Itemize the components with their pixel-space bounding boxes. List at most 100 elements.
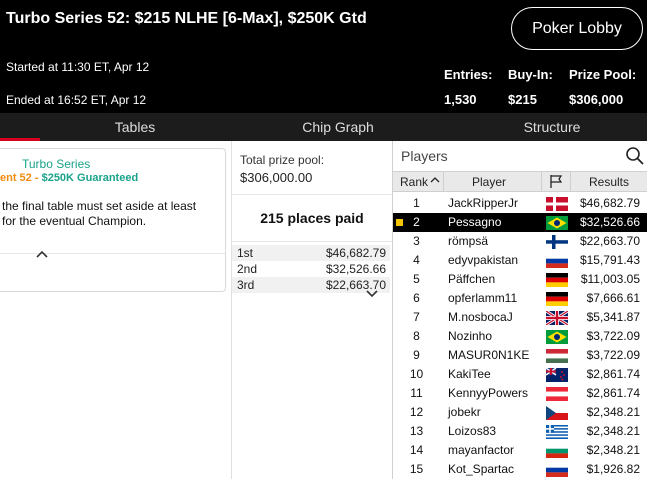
player-rank: 6 <box>413 291 420 305</box>
germany-flag <box>546 292 568 306</box>
expand-chevron-icon[interactable] <box>366 289 378 301</box>
rank-column-header[interactable]: Rank <box>400 175 428 189</box>
player-row[interactable]: 9 MASUR0N1KE $3,722.09 <box>393 346 647 365</box>
uk-flag <box>545 309 569 327</box>
tab-structure[interactable]: Structure <box>497 113 607 141</box>
description-line: the final table must set aside at least <box>2 199 197 213</box>
total-prize-value: $306,000.00 <box>240 170 313 185</box>
player-result: $11,003.05 <box>580 272 640 286</box>
description-line: for the eventual Champion. <box>2 214 147 228</box>
player-name: KennyyPowers <box>448 386 529 400</box>
sort-asc-icon[interactable] <box>430 174 440 188</box>
payout-place: 1st <box>237 246 254 260</box>
russia-flag <box>546 254 568 268</box>
player-row[interactable]: 10 KakiTee $2,861.74 <box>393 365 647 384</box>
payout-place: 2nd <box>237 262 258 276</box>
results-column-header[interactable]: Results <box>589 175 629 189</box>
poker-lobby-button[interactable]: Poker Lobby <box>511 7 643 50</box>
player-result: $2,348.21 <box>586 405 640 419</box>
payout-row: 2nd $32,526.66 <box>232 261 390 277</box>
buyin-value: $215 <box>508 92 537 107</box>
players-table-header: Rank Player Results <box>393 171 647 192</box>
tournament-description: the final table must set aside at least … <box>2 199 196 229</box>
start-time: Started at 11:30 ET, Apr 12 <box>6 60 150 74</box>
greece-flag <box>546 425 568 439</box>
player-rank: 10 <box>409 367 424 381</box>
payout-place: 3rd <box>237 278 255 292</box>
player-name: Päffchen <box>448 272 496 286</box>
bulgaria-flag <box>546 444 568 458</box>
player-row[interactable]: 5 Päffchen $11,003.05 <box>393 270 647 289</box>
payout-amount: $32,526.66 <box>325 262 386 276</box>
player-name: mayanfactor <box>448 443 515 457</box>
player-row[interactable]: 8 Nozinho $3,722.09 <box>393 327 647 346</box>
player-row[interactable]: 1 JackRipperJr $46,682.79 <box>393 194 647 213</box>
entries-label: Entries: <box>444 67 493 82</box>
column-separator <box>541 172 542 191</box>
series-name: Turbo Series <box>22 157 91 171</box>
player-row[interactable]: 2 Pessagno $32,526.66 <box>393 213 647 232</box>
tab-chip-graph[interactable]: Chip Graph <box>283 113 393 141</box>
active-tab-indicator <box>0 138 40 141</box>
player-result: $3,722.09 <box>586 329 640 343</box>
player-row[interactable]: 12 jobekr $2,348.21 <box>393 403 647 422</box>
player-name: JackRipperJr <box>448 196 519 210</box>
flag-column-icon[interactable] <box>549 174 563 192</box>
player-rank: 13 <box>409 424 424 438</box>
player-row[interactable]: 15 Kot_Spartac $1,926.82 <box>393 460 647 479</box>
column-separator <box>570 172 571 191</box>
player-name: KakiTee <box>448 367 491 381</box>
player-row[interactable]: 14 mayanfactor $2,348.21 <box>393 441 647 460</box>
player-result: $7,666.61 <box>586 291 640 305</box>
player-result: $2,861.74 <box>586 367 640 381</box>
event-number: ent 52 - <box>0 172 42 184</box>
player-name: jobekr <box>448 405 481 419</box>
player-rank: 1 <box>413 196 420 210</box>
tab-bar: Tables Chip Graph Structure <box>0 113 647 141</box>
tournament-info-panel: Turbo Series ent 52 - $250K Guaranteed t… <box>0 148 226 292</box>
player-rank: 14 <box>409 443 424 457</box>
player-name: edyvpakistan <box>448 253 519 267</box>
search-icon[interactable] <box>625 146 645 166</box>
player-name: MASUR0N1KE <box>448 348 530 362</box>
germany-flag <box>546 273 568 287</box>
player-row[interactable]: 6 opferlamm11 $7,666.61 <box>393 289 647 308</box>
finland-flag <box>546 235 568 249</box>
player-result: $32,526.66 <box>579 215 640 229</box>
player-row[interactable]: 4 edyvpakistan $15,791.43 <box>393 251 647 270</box>
player-name: Pessagno <box>448 215 502 229</box>
payout-row: 1st $46,682.79 <box>232 245 390 261</box>
denmark-flag <box>546 197 568 211</box>
player-row[interactable]: 7 M.nosbocaJ $5,341.87 <box>393 308 647 327</box>
player-row[interactable]: 13 Loizos83 $2,348.21 <box>393 422 647 441</box>
brazil-flag <box>546 216 568 230</box>
player-name: Nozinho <box>448 329 493 343</box>
players-title: Players <box>401 148 448 164</box>
places-paid: 215 places paid <box>232 194 392 242</box>
player-column-header[interactable]: Player <box>472 175 506 189</box>
end-time: Ended at 16:52 ET, Apr 12 <box>6 93 147 107</box>
buyin-label: Buy-In: <box>508 67 553 82</box>
player-rank: 11 <box>410 386 423 400</box>
player-name: opferlamm11 <box>448 291 518 305</box>
total-prize-label: Total prize pool: <box>240 153 325 167</box>
player-name: M.nosbocaJ <box>448 310 513 324</box>
entries-value: 1,530 <box>444 92 477 107</box>
divider <box>0 253 225 254</box>
czech-flag <box>546 406 568 420</box>
player-result: $1,926.82 <box>586 462 640 476</box>
player-row[interactable]: 11 KennyyPowers $2,861.74 <box>393 384 647 403</box>
tournament-header: Turbo Series 52: $215 NLHE [6-Max], $250… <box>0 0 647 113</box>
tournament-title: Turbo Series 52: $215 NLHE [6-Max], $250… <box>6 10 367 27</box>
player-name: Loizos83 <box>448 424 497 438</box>
player-row[interactable]: 3 römpsä $22,663.70 <box>393 232 647 251</box>
tab-tables[interactable]: Tables <box>80 113 190 141</box>
russia-flag <box>546 463 568 477</box>
player-result: $2,348.21 <box>586 443 640 457</box>
brazil-flag <box>546 330 568 344</box>
players-panel: Players Rank Player Results 1 JackRipperJ… <box>392 141 647 479</box>
player-result: $3,722.09 <box>586 348 640 362</box>
collapse-chevron-icon[interactable] <box>36 247 48 261</box>
prize-panel: Total prize pool: $306,000.00 215 places… <box>231 141 392 479</box>
player-rank: 15 <box>409 462 424 476</box>
